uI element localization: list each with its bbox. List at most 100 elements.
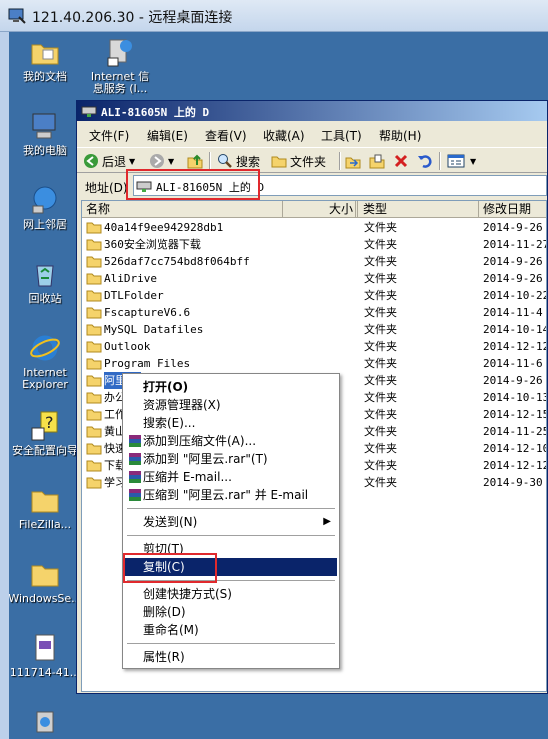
file-name: AliDrive: [104, 272, 157, 285]
table-row[interactable]: Outlook 文件夹 2014-12-12: [82, 338, 546, 355]
back-dropdown-icon[interactable]: ▼: [129, 157, 135, 166]
folder-icon: [86, 392, 102, 404]
undo-icon: [418, 155, 432, 168]
delete-button[interactable]: [393, 152, 412, 170]
security-wizard-icon: ?: [31, 411, 58, 441]
desktop-icon-filezilla-folder[interactable]: FileZilla...: [9, 484, 82, 531]
folder-icon: [86, 324, 102, 336]
file-name: 360安全浏览器下载: [104, 238, 201, 251]
views-button[interactable]: ▼: [447, 152, 476, 170]
table-row[interactable]: 360安全浏览器下载 文件夹 2014-11-27: [82, 236, 546, 253]
desktop-icon-recycle-bin[interactable]: 回收站: [9, 258, 82, 305]
menu-explore[interactable]: 资源管理器(X): [125, 396, 337, 414]
back-arrow-icon: [84, 154, 98, 168]
views-dropdown-icon[interactable]: ▼: [470, 157, 476, 166]
desktop-icon-network[interactable]: 网上邻居: [9, 184, 82, 231]
forward-dropdown-icon[interactable]: ▼: [168, 157, 174, 166]
move-to-button[interactable]: [345, 152, 364, 170]
menu-create-shortcut[interactable]: 创建快捷方式(S): [125, 585, 337, 603]
menu-compress-rar-email[interactable]: 压缩到 "阿里云.rar" 并 E-mail: [125, 486, 337, 504]
table-row[interactable]: Program Files 文件夹 2014-11-6 1: [82, 355, 546, 372]
menu-edit[interactable]: 编辑(E): [147, 127, 188, 144]
undo-button[interactable]: [417, 152, 436, 170]
file-date: 2014-12-15: [483, 408, 547, 421]
column-size[interactable]: 大小: [282, 201, 358, 218]
file-type: 文件夹: [364, 425, 397, 438]
file-name: FscaptureV6.6: [104, 306, 191, 319]
folders-button[interactable]: 文件夹: [271, 152, 326, 170]
file-date: 2014-11-6 1: [483, 357, 546, 370]
table-row[interactable]: 526daf7cc754bd8f064bff 文件夹 2014-9-26 1: [82, 253, 546, 270]
file-date: 2014-10-22: [483, 289, 547, 302]
file-name: 40a14f9ee942928db1: [104, 221, 224, 234]
file-type: 文件夹: [364, 323, 397, 336]
menu-help[interactable]: 帮助(H): [379, 127, 421, 144]
copy-to-button[interactable]: [369, 152, 388, 170]
menu-properties[interactable]: 属性(R): [125, 648, 337, 666]
address-highlight-box: [126, 169, 260, 200]
menu-delete[interactable]: 删除(D): [125, 603, 337, 621]
search-icon: [218, 154, 232, 168]
move-to-icon: [345, 157, 361, 169]
menu-rename[interactable]: 重命名(M): [125, 621, 337, 639]
menu-search[interactable]: 搜索(E)...: [125, 414, 337, 432]
my-computer-icon: [32, 113, 56, 139]
file-type: 文件夹: [364, 408, 397, 421]
address-bar: 地址(D) ALI-81605N 上的 D: [77, 169, 547, 200]
desktop-icon-installer[interactable]: [9, 708, 82, 739]
desktop-icon-windowsse-folder[interactable]: WindowsSe...: [9, 558, 82, 605]
file-date: 2014-9-26 1: [483, 374, 546, 387]
table-row[interactable]: DTLFolder 文件夹 2014-10-22: [82, 287, 546, 304]
desktop-icon-my-documents[interactable]: 我的文档: [9, 36, 82, 83]
folder-icon: [86, 477, 102, 489]
table-row[interactable]: 40a14f9ee942928db1 文件夹 2014-9-26 1: [82, 219, 546, 236]
up-button[interactable]: [187, 152, 206, 170]
table-row[interactable]: MySQL Datafiles 文件夹 2014-10-14: [82, 321, 546, 338]
menu-view[interactable]: 查看(V): [205, 127, 247, 144]
file-name: 526daf7cc754bd8f064bff: [104, 255, 250, 268]
desktop-icon-my-computer[interactable]: 我的电脑: [9, 110, 82, 157]
file-date: 2014-9-26 1: [483, 255, 546, 268]
address-label: 地址(D): [85, 181, 128, 195]
file-type: 文件夹: [364, 272, 397, 285]
menu-tools[interactable]: 工具(T): [321, 127, 362, 144]
file-date: 2014-9-26 1: [483, 221, 546, 234]
menu-compress-email[interactable]: 压缩并 E-mail...: [125, 468, 337, 486]
views-icon: [447, 154, 465, 168]
file-type: 文件夹: [364, 221, 397, 234]
column-type[interactable]: 类型: [359, 201, 479, 218]
folder-icon: [86, 222, 102, 234]
menu-add-to-rar[interactable]: 添加到 "阿里云.rar"(T): [125, 450, 337, 468]
folder-icon: [86, 307, 102, 319]
search-button[interactable]: 搜索: [217, 152, 260, 170]
menu-file[interactable]: 文件(F): [89, 127, 129, 144]
delete-x-icon: [394, 154, 408, 168]
copy-to-icon: [369, 154, 385, 169]
file-name: Program Files: [104, 357, 191, 370]
folder-icon: [86, 290, 102, 302]
table-row[interactable]: FscaptureV6.6 文件夹 2014-11-4 9: [82, 304, 546, 321]
table-row[interactable]: AliDrive 文件夹 2014-9-26 1: [82, 270, 546, 287]
file-type: 文件夹: [364, 289, 397, 302]
menu-send-to[interactable]: 发送到(N) ▶: [125, 513, 337, 531]
forward-button[interactable]: ▼: [149, 152, 174, 170]
desktop-icon-internet-explorer[interactable]: Internet Explorer: [9, 332, 82, 391]
menu-open[interactable]: 打开(O): [125, 378, 337, 396]
file-type: 文件夹: [364, 306, 397, 319]
context-menu: 打开(O) 资源管理器(X) 搜索(E)... 添加到压缩文件(A)... 添加…: [122, 373, 340, 669]
file-date: 2014-10-13: [483, 391, 547, 404]
menu-add-to-archive[interactable]: 添加到压缩文件(A)...: [125, 432, 337, 450]
file-type: 文件夹: [364, 374, 397, 387]
menu-favorites[interactable]: 收藏(A): [263, 127, 305, 144]
rdp-title: 121.40.206.30 - 远程桌面连接: [32, 10, 233, 26]
folder-icon: [31, 565, 59, 587]
desktop-icon-iis[interactable]: Internet 信 息服务 (I...: [83, 36, 157, 95]
folder-icon: [86, 443, 102, 455]
winrar-icon: [129, 435, 141, 447]
desktop-icon-security-wizard[interactable]: ? 安全配置向导: [9, 410, 82, 457]
menu-separator: [127, 508, 335, 510]
desktop-icon-document[interactable]: 111714-41...: [9, 632, 82, 679]
column-modified[interactable]: 修改日期: [479, 201, 546, 218]
back-button[interactable]: 后退 ▼: [83, 152, 135, 170]
installer-icon: [36, 711, 54, 733]
